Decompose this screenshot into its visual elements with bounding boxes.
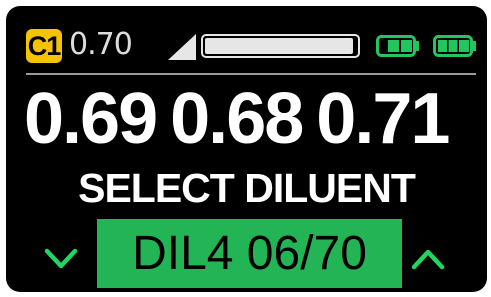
progress-bar <box>201 34 360 58</box>
chevron-up-icon[interactable] <box>411 246 445 272</box>
channel-badge[interactable]: C1 <box>26 29 62 63</box>
battery-icon <box>376 35 419 57</box>
readings-row: 0.69 0.68 0.71 <box>24 79 484 159</box>
chevron-down-icon[interactable] <box>44 246 78 272</box>
status-bar: C1 0.70 <box>26 24 476 66</box>
reading-1: 0.69 <box>24 79 158 159</box>
progress-fill <box>205 38 353 54</box>
device-screen: C1 0.70 0.69 0.68 0.71 SELECT DILUENT DIL <box>6 6 487 292</box>
battery-icon <box>433 35 476 57</box>
reading-3: 0.71 <box>316 79 450 159</box>
prompt-label: SELECT DILUENT <box>78 165 416 211</box>
divider <box>26 73 476 75</box>
reading-2: 0.68 <box>170 79 304 159</box>
current-reading: 0.70 <box>69 27 133 62</box>
signal-icon <box>168 34 196 60</box>
diluent-selector[interactable]: DIL4 06/70 <box>97 219 402 288</box>
